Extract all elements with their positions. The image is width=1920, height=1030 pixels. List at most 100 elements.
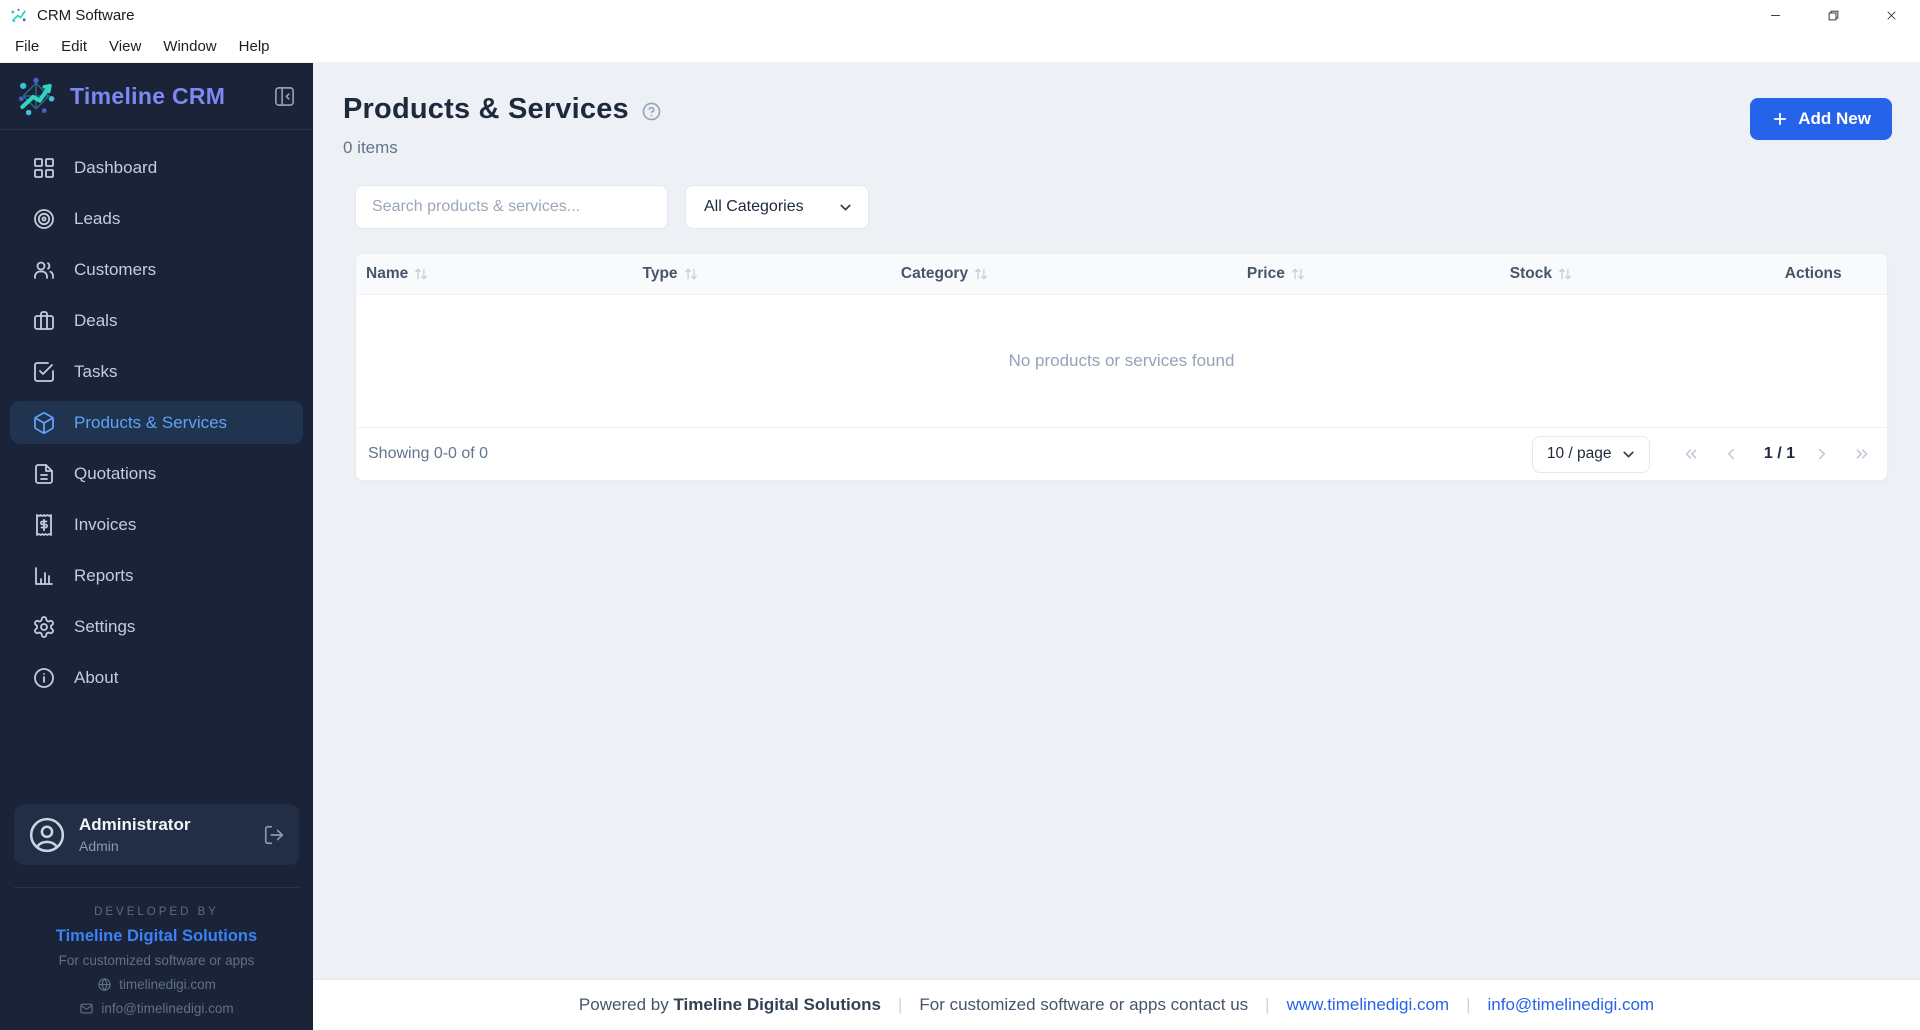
sidebar-item-label: Customers — [74, 259, 157, 279]
app-footer: Powered by Timeline Digital Solutions | … — [313, 979, 1920, 1030]
check-square-icon — [34, 361, 54, 382]
users-icon — [34, 261, 54, 279]
sidebar-item-reports[interactable]: Reports — [10, 554, 303, 597]
chevron-left-icon — [1727, 448, 1734, 460]
menu-window[interactable]: Window — [152, 33, 227, 60]
empty-state-message: No products or services found — [356, 295, 1887, 428]
logout-button[interactable] — [263, 824, 285, 846]
app-logo-icon — [11, 8, 26, 22]
sidebar-item-tasks[interactable]: Tasks — [10, 350, 303, 393]
user-name: Administrator — [79, 815, 191, 834]
footer-email-link[interactable]: info@timelinedigi.com — [1488, 995, 1655, 1015]
chevron-right-icon — [1818, 448, 1826, 460]
page-size-select[interactable]: 10 / page — [1531, 435, 1650, 473]
last-page-button[interactable] — [1849, 441, 1875, 467]
restore-icon — [1828, 10, 1838, 20]
page-indicator: 1 / 1 — [1763, 445, 1795, 462]
chevrons-left-icon — [1685, 449, 1697, 459]
footer-contact-text: For customized software or apps contact … — [919, 995, 1249, 1014]
panel-collapse-icon — [274, 86, 294, 106]
table-footer: Showing 0-0 of 0 10 / page 1 / 1 — [356, 428, 1887, 480]
window-titlebar: CRM Software — [0, 0, 1920, 30]
sidebar-item-label: Leads — [74, 208, 121, 228]
sidebar-item-settings[interactable]: Settings — [10, 605, 303, 648]
package-icon — [34, 411, 54, 434]
sidebar-item-about[interactable]: About — [10, 656, 303, 699]
sidebar-item-dashboard[interactable]: Dashboard — [10, 146, 303, 189]
search-input[interactable] — [355, 185, 668, 229]
chevron-down-icon — [840, 204, 851, 210]
briefcase-icon — [34, 310, 54, 330]
user-avatar-icon — [29, 817, 65, 852]
sidebar-item-customers[interactable]: Customers — [10, 248, 303, 291]
sidebar-item-label: Quotations — [74, 463, 157, 483]
first-page-button[interactable] — [1678, 441, 1704, 467]
column-header-price[interactable]: Price — [1247, 265, 1510, 283]
menu-view[interactable]: View — [98, 33, 152, 60]
bar-chart-icon — [35, 566, 53, 585]
sidebar-item-label: Dashboard — [74, 157, 158, 177]
sort-icon — [684, 268, 697, 280]
column-header-category[interactable]: Category — [901, 265, 1247, 283]
logout-icon — [264, 825, 284, 844]
page-title: Products & Services — [343, 93, 629, 125]
sidebar-item-label: Deals — [74, 310, 118, 330]
close-button[interactable] — [1862, 0, 1920, 30]
receipt-icon — [36, 513, 52, 536]
target-icon — [34, 208, 54, 229]
brand-name: Timeline CRM — [70, 82, 226, 109]
footer-website-link[interactable]: www.timelinedigi.com — [1287, 995, 1450, 1015]
footer-divider: | — [897, 995, 903, 1014]
minimize-icon — [1770, 14, 1780, 16]
dashboard-icon — [34, 157, 54, 178]
developed-by-block: DEVELOPED BY Timeline Digital Solutions … — [14, 887, 299, 1030]
developer-website[interactable]: timelinedigi.com — [14, 977, 299, 992]
items-count: 0 items — [343, 138, 398, 157]
sidebar-header: Timeline CRM — [0, 63, 313, 130]
sort-icon — [415, 268, 428, 280]
developer-email[interactable]: info@timelinedigi.com — [14, 1001, 299, 1016]
showing-count: Showing 0-0 of 0 — [368, 445, 489, 462]
plus-icon — [1774, 112, 1787, 126]
prev-page-button[interactable] — [1718, 441, 1744, 467]
menu-help[interactable]: Help — [228, 33, 281, 60]
column-header-stock[interactable]: Stock — [1510, 265, 1785, 283]
developed-by-heading: DEVELOPED BY — [94, 906, 219, 918]
gear-icon — [34, 615, 54, 638]
sidebar-nav: Dashboard Leads Customers Deals Tasks Pr… — [0, 130, 313, 707]
developer-company-link[interactable]: Timeline Digital Solutions — [14, 927, 299, 946]
column-header-name[interactable]: Name — [366, 265, 643, 283]
user-role: Admin — [79, 838, 119, 854]
globe-icon — [98, 978, 111, 991]
sidebar-item-leads[interactable]: Leads — [10, 197, 303, 240]
sidebar-item-label: Settings — [74, 616, 136, 636]
file-text-icon — [35, 463, 53, 484]
sidebar-item-deals[interactable]: Deals — [10, 299, 303, 342]
table-header-row: Name Type Category Price Stock Actions — [356, 254, 1887, 295]
minimize-button[interactable] — [1746, 0, 1804, 30]
sidebar-item-quotations[interactable]: Quotations — [10, 452, 303, 495]
restore-button[interactable] — [1804, 0, 1862, 30]
close-icon — [1886, 10, 1896, 20]
info-icon — [34, 667, 54, 688]
add-new-button[interactable]: Add New — [1750, 98, 1892, 140]
window-title: CRM Software — [37, 6, 135, 24]
user-card[interactable]: Administrator Admin — [14, 804, 299, 865]
developer-tagline: For customized software or apps — [58, 953, 255, 968]
column-header-type[interactable]: Type — [643, 265, 901, 283]
sidebar-item-label: About — [74, 667, 119, 687]
footer-divider: | — [1265, 995, 1270, 1014]
sort-icon — [975, 268, 987, 280]
sidebar-item-label: Tasks — [74, 361, 118, 381]
menu-edit[interactable]: Edit — [50, 33, 98, 60]
category-filter-select[interactable]: All Categories — [685, 185, 869, 229]
footer-divider: | — [1466, 995, 1471, 1014]
help-icon[interactable] — [641, 101, 662, 122]
sidebar-item-products-services[interactable]: Products & Services — [10, 401, 303, 444]
menu-file[interactable]: File — [4, 33, 50, 60]
sidebar-item-label: Invoices — [74, 514, 137, 534]
sidebar-collapse-button[interactable] — [271, 83, 297, 109]
footer-company: Timeline Digital Solutions — [673, 995, 881, 1014]
sidebar-item-invoices[interactable]: Invoices — [10, 503, 303, 546]
next-page-button[interactable] — [1809, 441, 1835, 467]
